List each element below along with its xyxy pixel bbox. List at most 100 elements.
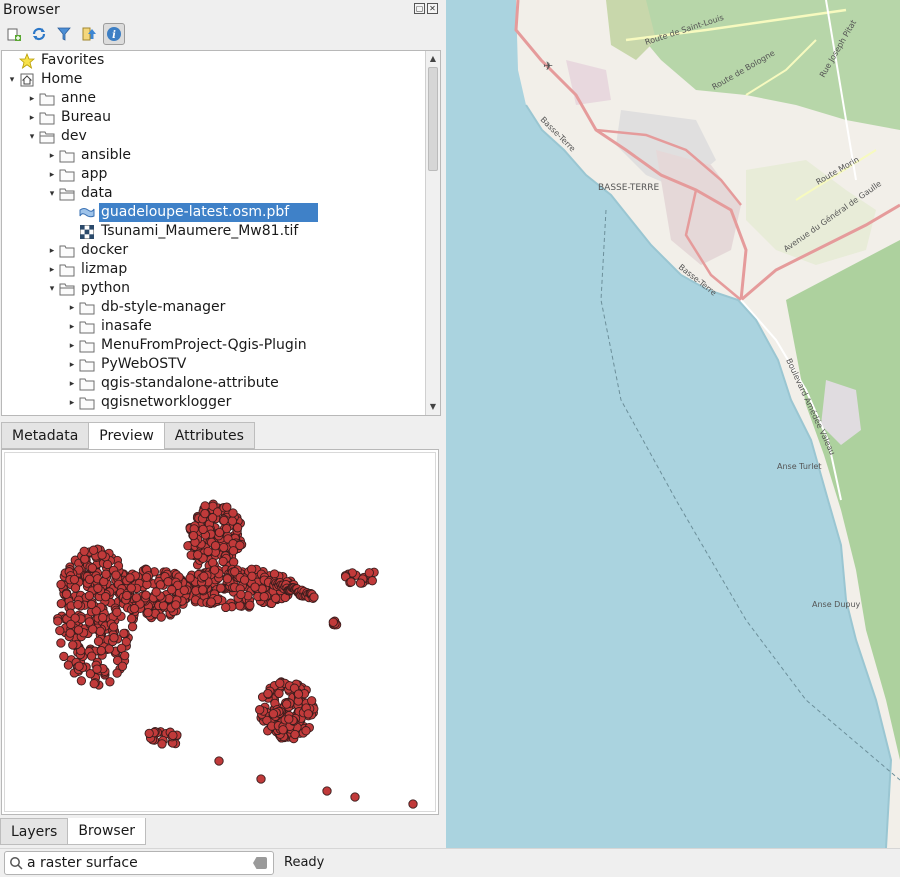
collapsed-arrow-icon[interactable]: ▸ [26,89,38,108]
add-layer-button[interactable] [3,23,25,45]
folder-icon [38,89,56,108]
folder-open-icon [58,279,76,298]
folder-icon [58,146,76,165]
layer-preview-panel [1,449,439,815]
tree-item-label: MenuFromProject-Qgis-Plugin [101,337,307,353]
map-canvas[interactable]: BASSE-TERRE Route de Saint-Louis Route d… [446,0,900,848]
tree-item-label: qgisnetworklogger [101,394,232,410]
folder-open-icon [58,184,76,203]
folder-icon [78,374,96,393]
browser-tree[interactable]: Favorites ▾ Home ▸ anne ▸ Bureau ▾ dev ▸ ansible ▸ a… [1,50,441,416]
folder-icon [58,241,76,260]
tab-layers[interactable]: Layers [0,818,69,845]
tree-item[interactable]: ▸ anne [2,89,426,108]
folder-icon [58,165,76,184]
layer-preview-canvas[interactable] [4,452,436,812]
browser-panel: Browser ▢ ✕ i Favorites ▾ Home ▸ anne ▸ Bureau… [0,0,442,848]
collapsed-arrow-icon[interactable]: ▸ [46,165,58,184]
close-panel-button[interactable]: ✕ [427,3,438,14]
properties-tabs: Metadata Preview Attributes [1,422,255,450]
vector-file-icon [78,203,96,222]
tree-item-label: qgis-standalone-attribute [101,375,279,391]
collapsed-arrow-icon[interactable]: ▸ [66,336,78,355]
search-icon [5,852,27,874]
tree-item-label: Favorites [41,52,105,68]
tree-item[interactable]: ▸ Bureau [2,108,426,127]
expanded-arrow-icon[interactable]: ▾ [26,127,38,146]
no-arrow [6,51,18,70]
properties-button[interactable]: i [103,23,125,45]
folder-icon [58,260,76,279]
tree-item[interactable]: ▾ Home [2,70,426,89]
tree-item-label: guadeloupe-latest.osm.pbf [99,203,318,222]
map-tiles: BASSE-TERRE Route de Saint-Louis Route d… [514,0,900,848]
expanded-arrow-icon[interactable]: ▾ [46,184,58,203]
tree-item[interactable]: guadeloupe-latest.osm.pbf [2,203,426,222]
add-layer-icon [7,28,21,41]
tab-metadata[interactable]: Metadata [1,422,90,449]
folder-icon [38,108,56,127]
collapsed-arrow-icon[interactable]: ▸ [66,393,78,412]
folder-icon [78,393,96,412]
tree-item[interactable]: ▾ python [2,279,426,298]
refresh-button[interactable] [28,23,50,45]
map-label-basse-terre: BASSE-TERRE [598,183,660,193]
folder-open-icon [38,127,56,146]
tree-item[interactable]: ▸ lizmap [2,260,426,279]
browser-panel-title: Browser [3,2,60,18]
collapsed-arrow-icon[interactable]: ▸ [66,374,78,393]
folder-icon [78,317,96,336]
tree-item[interactable]: ▸ app [2,165,426,184]
tree-item-label: python [81,280,130,296]
tree-item-label: anne [61,90,96,106]
map-label-anse-dupuy: Anse Dupuy [812,600,861,609]
dock-tabs: Layers Browser [0,818,147,846]
tree-item[interactable]: ▸ docker [2,241,426,260]
scroll-down-arrow-icon[interactable]: ▼ [426,400,440,414]
expanded-arrow-icon[interactable]: ▾ [46,279,58,298]
tree-item-label: data [81,185,113,201]
locator-search-box[interactable] [4,851,274,875]
svg-text:i: i [112,30,116,41]
tree-item[interactable]: ▸ PyWebOSTV [2,355,426,374]
collapsed-arrow-icon[interactable]: ▸ [26,108,38,127]
tree-item[interactable]: Tsunami_Maumere_Mw81.tif [2,222,426,241]
collapsed-arrow-icon[interactable]: ▸ [66,317,78,336]
tree-item[interactable]: Favorites [2,51,426,70]
tab-browser[interactable]: Browser [67,818,147,845]
tree-item[interactable]: ▸ db-style-manager [2,298,426,317]
folder-icon [78,336,96,355]
tree-item[interactable]: ▾ dev [2,127,426,146]
collapsed-arrow-icon[interactable]: ▸ [66,355,78,374]
tree-item-label: Home [41,71,83,87]
clear-input-icon[interactable] [253,857,267,869]
expanded-arrow-icon[interactable]: ▾ [6,70,18,89]
tree-item-label: inasafe [101,318,152,334]
tree-item-label: dev [61,128,87,144]
collapsed-arrow-icon[interactable]: ▸ [66,298,78,317]
collapse-all-button[interactable] [78,23,100,45]
status-bar: Ready [0,848,900,877]
tree-item[interactable]: ▸ inasafe [2,317,426,336]
tree-item[interactable]: ▾ data [2,184,426,203]
tree-item[interactable]: ▸ qgisnetworklogger [2,393,426,412]
raster-file-icon [78,222,96,241]
collapsed-arrow-icon[interactable]: ▸ [46,146,58,165]
tree-item[interactable]: ▸ qgis-standalone-attribute [2,374,426,393]
browser-toolbar: i [3,22,125,46]
scroll-up-arrow-icon[interactable]: ▲ [426,52,440,66]
search-input[interactable] [27,853,247,873]
tree-item[interactable]: ▸ ansible [2,146,426,165]
collapsed-arrow-icon[interactable]: ▸ [46,241,58,260]
filter-button[interactable] [53,23,75,45]
tree-vertical-scrollbar[interactable]: ▲ ▼ [425,51,440,415]
folder-icon [78,298,96,317]
tree-item[interactable]: ▸ MenuFromProject-Qgis-Plugin [2,336,426,355]
tab-preview[interactable]: Preview [88,422,165,450]
home-icon [18,70,36,89]
tab-attributes[interactable]: Attributes [163,422,255,449]
map-label-anse-turlet: Anse Turlet [777,462,822,471]
scroll-thumb[interactable] [428,67,438,171]
float-panel-button[interactable]: ▢ [414,3,425,14]
collapsed-arrow-icon[interactable]: ▸ [46,260,58,279]
